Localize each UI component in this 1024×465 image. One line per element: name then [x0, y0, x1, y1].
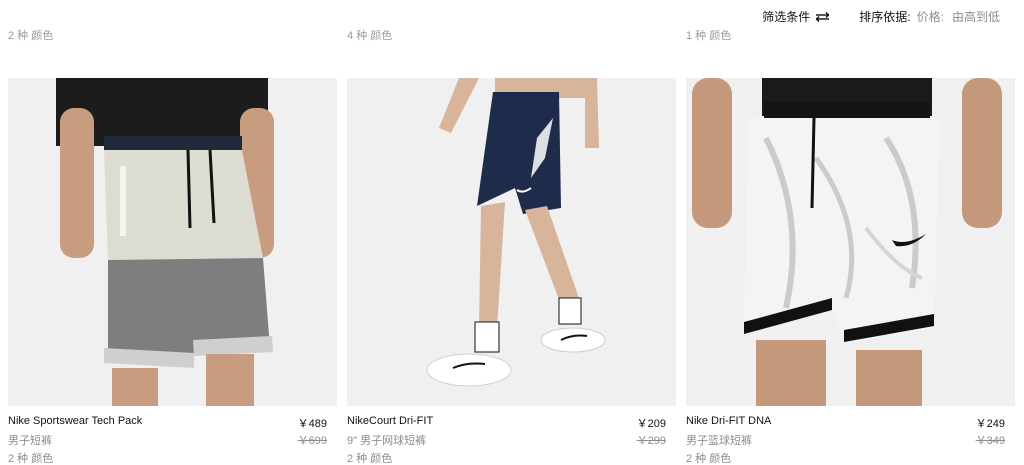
sale-price: ￥209 [636, 418, 666, 430]
sort-key: 价格: [916, 10, 944, 24]
previous-row-color-counts: 2 种 颜色 4 种 颜色 1 种 颜色 [8, 27, 1024, 43]
sale-price: ￥489 [297, 418, 327, 430]
product-category: 9" 男子网球短裤 [347, 435, 427, 447]
sliders-icon [816, 11, 830, 22]
product-card[interactable]: NikeCourt Dri-FIT ￥209 9" 男子网球短裤 ￥299 2 … [347, 78, 676, 465]
product-card[interactable]: Nike Sportswear Tech Pack ￥489 男子短裤 ￥699… [8, 78, 337, 465]
product-name[interactable]: NikeCourt Dri-FIT [347, 415, 433, 427]
original-price: ￥349 [975, 435, 1005, 447]
prev-color-count: 1 种 颜色 [686, 30, 732, 42]
original-price: ￥699 [297, 435, 327, 447]
prev-color-count: 4 种 颜色 [347, 30, 393, 42]
sort-label: 排序依据: [859, 10, 911, 24]
product-image[interactable] [686, 78, 1015, 406]
product-name[interactable]: Nike Dri-FIT DNA [686, 415, 771, 427]
product-category: 男子篮球短裤 [686, 435, 752, 447]
prev-color-count: 2 种 颜色 [8, 30, 54, 42]
filter-sort-toolbar: 筛选条件 排序依据: 价格: 由高到低 [762, 8, 1000, 25]
product-image[interactable] [8, 78, 337, 406]
sale-price: ￥249 [975, 418, 1005, 430]
filter-label: 筛选条件 [762, 10, 811, 24]
product-card[interactable]: Nike Dri-FIT DNA ￥249 男子篮球短裤 ￥349 2 种 颜色 [686, 78, 1015, 465]
product-name[interactable]: Nike Sportswear Tech Pack [8, 415, 142, 427]
product-category: 男子短裤 [8, 435, 52, 447]
original-price: ￥299 [636, 435, 666, 447]
color-count[interactable]: 2 种 颜色 [347, 450, 392, 465]
product-image[interactable] [347, 78, 676, 406]
filter-button[interactable]: 筛选条件 [762, 8, 830, 25]
color-count[interactable]: 2 种 颜色 [686, 450, 731, 465]
sort-dropdown[interactable]: 由高到低 [952, 8, 1000, 25]
product-grid: Nike Sportswear Tech Pack ￥489 男子短裤 ￥699… [8, 78, 1015, 465]
color-count[interactable]: 2 种 颜色 [8, 450, 53, 465]
